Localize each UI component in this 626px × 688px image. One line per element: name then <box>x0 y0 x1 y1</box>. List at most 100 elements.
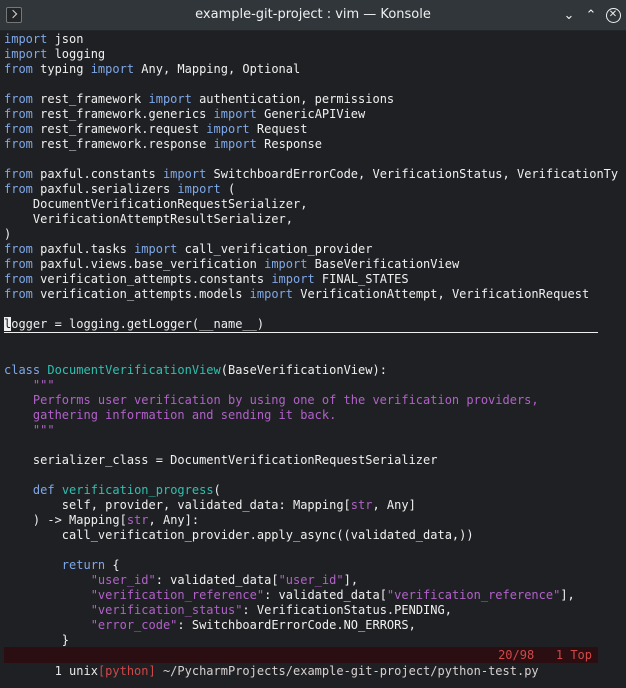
code-line[interactable]: "verification_reference": validated_data… <box>4 588 618 603</box>
code-token: ], <box>560 588 575 602</box>
code-token: paxful.constants <box>32 167 163 181</box>
code-token: from <box>4 272 33 286</box>
code-line[interactable]: from rest_framework.response import Resp… <box>4 137 618 152</box>
terminal-view[interactable]: import json import logging from typing imp… <box>0 31 626 688</box>
code-token: "user_id" <box>278 573 344 587</box>
code-token: Performs user verification by using one … <box>4 393 539 407</box>
code-line[interactable]: Performs user verification by using one … <box>4 393 618 408</box>
code-token: import <box>213 107 257 121</box>
code-token: ], <box>343 573 359 587</box>
code-token: ) -> Mapping[ <box>4 513 127 527</box>
code-line[interactable] <box>4 438 618 453</box>
code-token: rest_framework.generics <box>32 107 214 121</box>
code-token: self, provider, validated_data: Mapping[ <box>4 498 351 512</box>
code-token: DocumentVerificationRequestSerializer, <box>4 197 308 211</box>
code-line[interactable]: from verification_attempts.constants imp… <box>4 272 618 287</box>
code-token: from <box>4 167 33 181</box>
code-token: rest_framework.request <box>32 122 207 136</box>
code-line[interactable]: from rest_framework.request import Reque… <box>4 122 618 137</box>
code-token: Request <box>249 122 308 136</box>
code-line[interactable] <box>4 333 618 348</box>
code-line[interactable] <box>4 302 618 317</box>
code-token: call_verification_provider <box>177 242 373 256</box>
code-token: verification_attempts.models <box>32 287 250 301</box>
code-line[interactable]: from verification_attempts.models import… <box>4 287 618 302</box>
code-line[interactable]: from rest_framework import authenticatio… <box>4 92 618 107</box>
code-token: class <box>4 363 41 377</box>
code-line[interactable]: """ <box>4 423 618 438</box>
status-file-path: ~/PycharmProjects/example-git-project/py… <box>155 664 539 678</box>
code-line[interactable]: ) -> Mapping[str, Any]: <box>4 513 618 528</box>
code-line[interactable] <box>4 152 618 167</box>
code-line[interactable]: return { <box>4 558 618 573</box>
code-line[interactable]: from paxful.serializers import ( <box>4 182 618 197</box>
code-token: DocumentVerificationView <box>47 363 221 377</box>
code-line[interactable]: import json <box>4 32 618 47</box>
code-token: , Any] <box>372 498 416 512</box>
code-token: str <box>126 513 149 527</box>
status-scroll-position: 1 Top <box>555 648 592 662</box>
code-token: GenericAPIView <box>256 107 366 121</box>
code-token: paxful.views.base_verification <box>32 257 265 271</box>
code-line[interactable]: self, provider, validated_data: Mapping[… <box>4 498 618 513</box>
code-token: import <box>271 272 315 286</box>
code-token: paxful.tasks <box>32 242 135 256</box>
code-token: : validated_data[ <box>155 573 279 587</box>
code-token: """ <box>4 423 55 437</box>
code-line[interactable]: VerificationAttemptResultSerializer, <box>4 212 618 227</box>
code-line[interactable] <box>4 77 618 92</box>
code-line[interactable]: from paxful.constants import Switchboard… <box>4 167 618 182</box>
minimize-button[interactable]: ⌄ <box>560 6 578 24</box>
code-line[interactable]: from paxful.tasks import call_verificati… <box>4 242 618 257</box>
code-token: from <box>4 257 33 271</box>
code-token: call_verification_provider.apply_async((… <box>4 528 474 542</box>
code-token: verification_progress <box>61 483 214 497</box>
code-line[interactable]: DocumentVerificationRequestSerializer, <box>4 197 618 212</box>
code-line[interactable]: from rest_framework.generics import Gene… <box>4 107 618 122</box>
code-token: typing <box>32 62 91 76</box>
code-token: import <box>148 92 192 106</box>
code-line[interactable]: gathering information and sending it bac… <box>4 408 618 423</box>
code-token: def <box>32 483 55 497</box>
code-line[interactable]: import logging <box>4 47 618 62</box>
window-title: example-git-project : vim — Konsole <box>195 7 431 22</box>
maximize-button[interactable]: ⌃ <box>582 6 600 24</box>
code-line[interactable]: def verification_progress( <box>4 483 618 498</box>
close-button[interactable]: ✕ <box>604 6 622 24</box>
code-token: from <box>4 242 33 256</box>
code-token: import <box>134 242 178 256</box>
code-token: rest_framework.response <box>32 137 214 151</box>
close-icon: ✕ <box>605 7 621 23</box>
code-line[interactable]: from paxful.views.base_verification impo… <box>4 257 618 272</box>
code-line[interactable]: logger = logging.getLogger(__name__) <box>4 317 598 333</box>
code-line[interactable]: serializer_class = DocumentVerificationR… <box>4 453 618 468</box>
code-token: paxful.serializers <box>32 182 178 196</box>
code-line[interactable] <box>4 348 618 363</box>
code-token: import <box>4 47 48 61</box>
code-token: logging <box>47 47 106 61</box>
code-line[interactable]: call_verification_provider.apply_async((… <box>4 528 618 543</box>
code-line[interactable]: "verification_status": VerificationStatu… <box>4 603 618 618</box>
minimize-icon: ⌄ <box>563 7 575 23</box>
status-filetype: [python] <box>97 664 156 678</box>
code-token: } <box>4 633 70 647</box>
code-token: from <box>4 122 33 136</box>
title-bar[interactable]: example-git-project : vim — Konsole ⌄ ⌃ … <box>0 0 626 31</box>
code-line[interactable]: from typing import Any, Mapping, Optiona… <box>4 62 618 77</box>
vim-statusline: 1 unix[python] ~/PycharmProjects/example… <box>4 647 598 678</box>
vim-buffer[interactable]: import json import logging from typing imp… <box>4 32 618 648</box>
code-line[interactable]: class DocumentVerificationView(BaseVerif… <box>4 363 618 378</box>
code-line[interactable] <box>4 543 618 558</box>
code-line[interactable]: } <box>4 633 618 648</box>
code-token: from <box>4 92 33 106</box>
code-line[interactable] <box>4 468 618 483</box>
code-line[interactable]: ) <box>4 227 618 242</box>
code-token: : validated_data[ <box>264 588 387 602</box>
code-line[interactable]: "error_code": SwitchboardErrorCode.NO_ER… <box>4 618 618 633</box>
code-token: ogger = logging.getLogger(__name__) <box>11 317 265 331</box>
code-line[interactable]: "user_id": validated_data["user_id"], <box>4 573 618 588</box>
code-token: authentication, permissions <box>191 92 395 106</box>
code-line[interactable]: """ <box>4 378 618 393</box>
